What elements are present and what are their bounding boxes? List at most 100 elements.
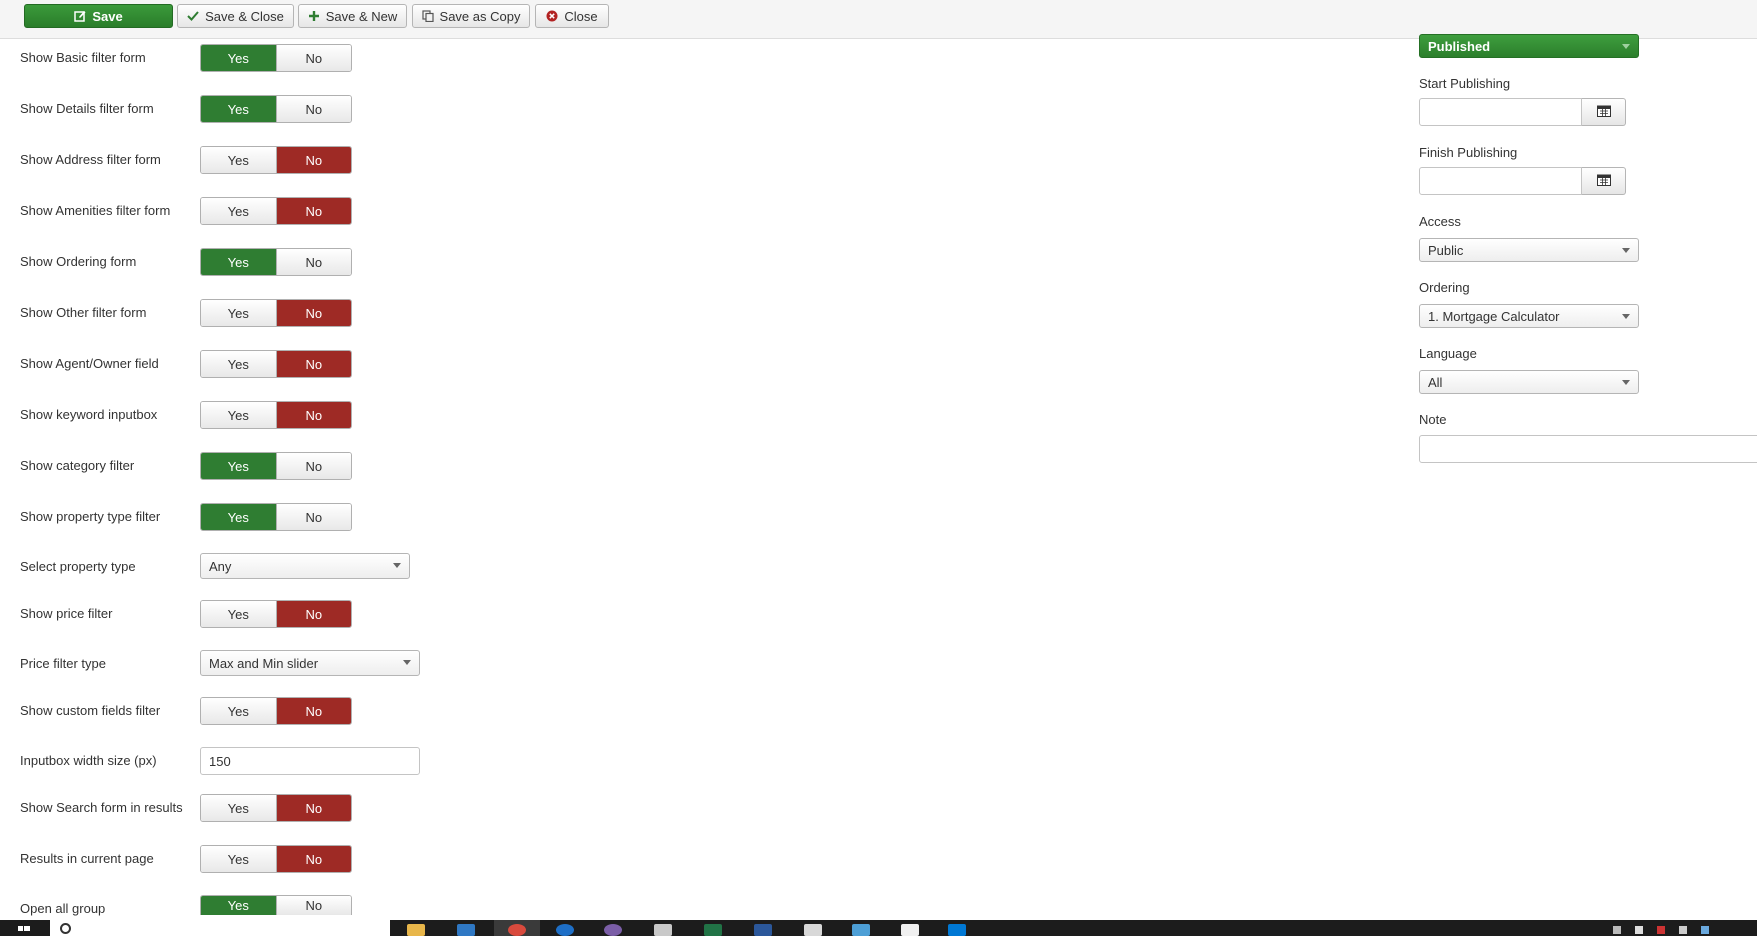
- no-option[interactable]: No: [275, 896, 351, 915]
- yes-option[interactable]: Yes: [201, 795, 276, 821]
- field-row: Show Ordering form Yes No: [0, 248, 700, 294]
- no-option[interactable]: No: [275, 504, 351, 530]
- word-icon[interactable]: [754, 924, 772, 936]
- app-icon[interactable]: [804, 924, 822, 936]
- check-icon: [187, 10, 199, 22]
- yes-no-toggle[interactable]: Yes No: [200, 794, 352, 822]
- yes-no-toggle[interactable]: Yes No: [200, 600, 352, 628]
- file-explorer-icon[interactable]: [407, 924, 425, 936]
- yes-option[interactable]: Yes: [201, 198, 276, 224]
- yes-option[interactable]: Yes: [201, 896, 276, 915]
- no-option[interactable]: No: [275, 402, 351, 428]
- status-value: Published: [1428, 38, 1491, 54]
- yes-option[interactable]: Yes: [201, 300, 276, 326]
- yes-no-toggle[interactable]: Yes No: [200, 503, 352, 531]
- property-type-select[interactable]: Any: [200, 553, 410, 579]
- field-row: Select property type Any: [0, 553, 700, 599]
- no-option[interactable]: No: [275, 147, 351, 173]
- field-label: Show keyword inputbox: [20, 407, 158, 422]
- yes-no-toggle[interactable]: Yes No: [200, 95, 352, 123]
- calendar-button[interactable]: [1582, 167, 1626, 195]
- start-icon[interactable]: [14, 920, 34, 936]
- yes-no-toggle[interactable]: Yes No: [200, 895, 352, 915]
- copy-icon: [421, 10, 434, 22]
- yes-option[interactable]: Yes: [201, 45, 276, 71]
- access-select[interactable]: Public: [1419, 238, 1639, 262]
- system-tray[interactable]: [1605, 920, 1725, 936]
- yes-no-toggle[interactable]: Yes No: [200, 401, 352, 429]
- save-close-label: Save & Close: [205, 8, 284, 24]
- no-option[interactable]: No: [275, 198, 351, 224]
- no-option[interactable]: No: [275, 453, 351, 479]
- yes-no-toggle[interactable]: Yes No: [200, 845, 352, 873]
- finish-publishing-input[interactable]: [1419, 167, 1582, 195]
- app-icon[interactable]: [604, 924, 622, 936]
- yes-no-toggle[interactable]: Yes No: [200, 452, 352, 480]
- active-app[interactable]: [494, 920, 540, 936]
- no-option[interactable]: No: [275, 45, 351, 71]
- no-option[interactable]: No: [275, 795, 351, 821]
- yes-no-toggle[interactable]: Yes No: [200, 299, 352, 327]
- field-label: Show Amenities filter form: [20, 203, 171, 218]
- yes-option[interactable]: Yes: [201, 402, 276, 428]
- browser-icon[interactable]: [457, 924, 475, 936]
- close-button[interactable]: Close: [535, 4, 609, 28]
- yes-no-toggle[interactable]: Yes No: [200, 350, 352, 378]
- yes-option[interactable]: Yes: [201, 147, 276, 173]
- calendar-button[interactable]: [1582, 98, 1626, 126]
- save-copy-button[interactable]: Save as Copy: [412, 4, 530, 28]
- app-icon[interactable]: [948, 924, 966, 936]
- yes-option[interactable]: Yes: [201, 351, 276, 377]
- price-filter-type-select[interactable]: Max and Min slider: [200, 650, 420, 676]
- start-publishing-field: [1419, 98, 1626, 126]
- field-label: Show Basic filter form: [20, 50, 146, 65]
- search-box[interactable]: [50, 920, 390, 936]
- field-row: Show custom fields filter Yes No: [0, 697, 700, 743]
- close-icon: [546, 10, 558, 22]
- excel-icon[interactable]: [704, 924, 722, 936]
- yes-option[interactable]: Yes: [201, 846, 276, 872]
- app-icon[interactable]: [654, 924, 672, 936]
- save-button[interactable]: Save: [24, 4, 173, 28]
- yes-option[interactable]: Yes: [201, 504, 276, 530]
- app-icon[interactable]: [901, 924, 919, 936]
- app-icon[interactable]: [852, 924, 870, 936]
- no-option[interactable]: No: [275, 601, 351, 627]
- yes-option[interactable]: Yes: [201, 601, 276, 627]
- field-row: Open all group Yes No: [0, 895, 700, 920]
- save-close-button[interactable]: Save & Close: [177, 4, 294, 28]
- yes-no-toggle[interactable]: Yes No: [200, 697, 352, 725]
- field-label: Show category filter: [20, 458, 135, 473]
- inputbox-width-field[interactable]: [200, 747, 420, 775]
- no-option[interactable]: No: [275, 96, 351, 122]
- yes-no-toggle[interactable]: Yes No: [200, 146, 352, 174]
- no-option[interactable]: No: [275, 698, 351, 724]
- no-option[interactable]: No: [275, 249, 351, 275]
- access-value: Public: [1428, 242, 1464, 258]
- ordering-select[interactable]: 1. Mortgage Calculator: [1419, 304, 1639, 328]
- yes-no-toggle[interactable]: Yes No: [200, 248, 352, 276]
- no-option[interactable]: No: [275, 351, 351, 377]
- yes-no-toggle[interactable]: Yes No: [200, 44, 352, 72]
- plus-icon: [308, 10, 320, 22]
- yes-option[interactable]: Yes: [201, 453, 276, 479]
- caret-down-icon: [1622, 314, 1630, 319]
- edge-icon[interactable]: [556, 924, 574, 936]
- yes-option[interactable]: Yes: [201, 96, 276, 122]
- no-option[interactable]: No: [275, 846, 351, 872]
- field-row: Show Agent/Owner field Yes No: [0, 350, 700, 396]
- language-select[interactable]: All: [1419, 370, 1639, 394]
- yes-option[interactable]: Yes: [201, 698, 276, 724]
- field-label: Open all group: [20, 901, 106, 916]
- field-label: Show Search form in results: [20, 800, 183, 815]
- no-option[interactable]: No: [275, 300, 351, 326]
- save-new-button[interactable]: Save & New: [298, 4, 407, 28]
- status-select[interactable]: Published: [1419, 34, 1639, 58]
- save-copy-label: Save as Copy: [439, 8, 521, 24]
- language-label: Language: [1419, 346, 1477, 361]
- note-input[interactable]: [1419, 435, 1757, 463]
- yes-no-toggle[interactable]: Yes No: [200, 197, 352, 225]
- field-label: Show Address filter form: [20, 152, 161, 167]
- start-publishing-input[interactable]: [1419, 98, 1582, 126]
- yes-option[interactable]: Yes: [201, 249, 276, 275]
